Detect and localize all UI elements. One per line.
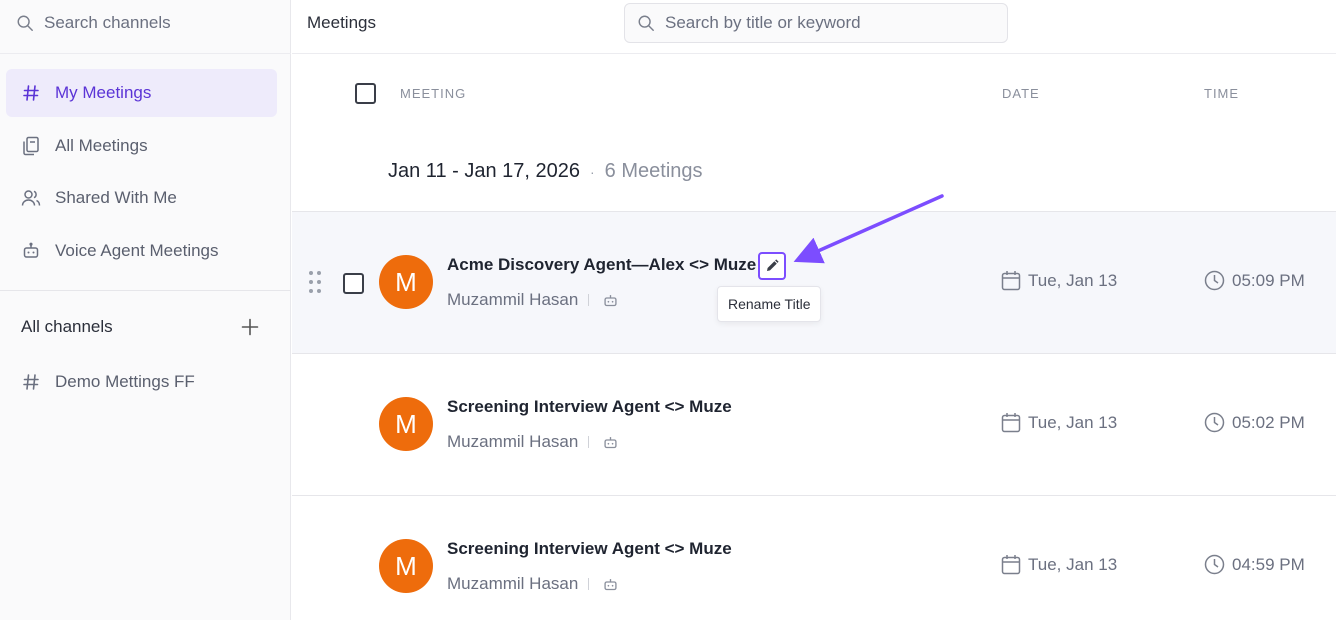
date-range: Jan 11 - Jan 17, 2026 xyxy=(388,160,580,182)
users-icon xyxy=(21,188,41,208)
sidebar: My Meetings All Meetings Shared With Me … xyxy=(0,0,291,620)
documents-icon xyxy=(21,136,41,156)
sidebar-item-voice-agent-meetings[interactable]: Voice Agent Meetings xyxy=(6,227,277,275)
drag-handle-icon[interactable] xyxy=(308,270,322,294)
page-title: Meetings xyxy=(307,13,376,32)
table-row[interactable]: M Screening Interview Agent <> Muze Muza… xyxy=(292,353,1336,495)
divider xyxy=(0,290,291,291)
channel-item-label: Demo Mettings FF xyxy=(55,372,195,391)
meeting-count: 6 Meetings xyxy=(604,160,703,182)
avatar: M xyxy=(379,397,433,451)
column-header-meeting[interactable]: MEETING xyxy=(400,86,466,101)
sidebar-item-label: All Meetings xyxy=(55,136,148,155)
all-channels-label: All channels xyxy=(21,317,113,336)
meeting-owner: Muzammil Hasan xyxy=(447,290,618,310)
sidebar-item-all-meetings[interactable]: All Meetings xyxy=(6,122,277,170)
sidebar-item-label: Shared With Me xyxy=(55,188,177,207)
select-all-checkbox[interactable] xyxy=(355,83,376,104)
divider xyxy=(0,53,291,54)
separator xyxy=(588,436,590,448)
meeting-time: 05:02 PM xyxy=(1204,412,1305,433)
robot-icon xyxy=(21,241,41,261)
separator xyxy=(588,294,590,306)
calendar-icon xyxy=(1001,271,1021,291)
table-row[interactable]: M Screening Interview Agent <> Muze Muza… xyxy=(292,495,1336,620)
meeting-title[interactable]: Screening Interview Agent <> Muze xyxy=(447,397,732,417)
table-row[interactable]: M Acme Discovery Agent—Alex <> Muze Rena… xyxy=(292,211,1336,353)
meeting-date: Tue, Jan 13 xyxy=(1001,270,1117,291)
meeting-time: 04:59 PM xyxy=(1204,554,1305,575)
pencil-icon xyxy=(767,259,779,271)
rename-title-tooltip: Rename Title xyxy=(717,286,822,322)
channel-item-demo-mettings-ff[interactable]: Demo Mettings FF xyxy=(6,358,277,406)
column-header-date[interactable]: DATE xyxy=(1002,86,1040,101)
channel-search-input[interactable] xyxy=(44,13,274,33)
sidebar-item-my-meetings[interactable]: My Meetings xyxy=(6,69,277,117)
meeting-title[interactable]: Screening Interview Agent <> Muze xyxy=(447,539,732,559)
time-text: 05:09 PM xyxy=(1232,270,1305,290)
clock-icon xyxy=(1204,270,1225,291)
meeting-date: Tue, Jan 13 xyxy=(1001,554,1117,575)
meeting-search[interactable] xyxy=(624,3,1008,43)
rename-title-button[interactable] xyxy=(758,252,786,280)
hash-icon xyxy=(21,83,41,103)
separator: · xyxy=(590,163,595,180)
meeting-search-input[interactable] xyxy=(665,13,985,33)
row-checkbox[interactable] xyxy=(343,273,364,294)
sidebar-item-label: Voice Agent Meetings xyxy=(55,241,219,260)
meeting-owner: Muzammil Hasan xyxy=(447,574,618,594)
meeting-title[interactable]: Acme Discovery Agent—Alex <> Muze xyxy=(447,255,756,275)
hash-icon xyxy=(21,372,41,392)
clock-icon xyxy=(1204,412,1225,433)
channel-search[interactable] xyxy=(0,0,291,46)
calendar-icon xyxy=(1001,413,1021,433)
separator xyxy=(588,578,590,590)
clock-icon xyxy=(1204,554,1225,575)
owner-name: Muzammil Hasan xyxy=(447,290,579,309)
date-text: Tue, Jan 13 xyxy=(1028,554,1118,574)
owner-name: Muzammil Hasan xyxy=(447,432,579,451)
date-text: Tue, Jan 13 xyxy=(1028,270,1118,290)
date-text: Tue, Jan 13 xyxy=(1028,412,1118,432)
robot-icon xyxy=(604,436,617,448)
meeting-date: Tue, Jan 13 xyxy=(1001,412,1117,433)
sidebar-item-shared-with-me[interactable]: Shared With Me xyxy=(6,174,277,222)
all-channels-header: All channels xyxy=(21,316,261,338)
meeting-owner: Muzammil Hasan xyxy=(447,432,618,452)
avatar: M xyxy=(379,539,433,593)
top-bar: Meetings xyxy=(292,0,1336,54)
column-header-time[interactable]: TIME xyxy=(1204,86,1239,101)
calendar-icon xyxy=(1001,555,1021,575)
owner-name: Muzammil Hasan xyxy=(447,574,579,593)
sidebar-item-label: My Meetings xyxy=(55,83,152,102)
meeting-time: 05:09 PM xyxy=(1204,270,1305,291)
time-text: 04:59 PM xyxy=(1232,554,1305,574)
date-group-header: Jan 11 - Jan 17, 2026 · 6 Meetings xyxy=(388,160,703,183)
search-icon xyxy=(638,15,654,31)
add-channel-button[interactable] xyxy=(239,316,261,338)
search-icon xyxy=(17,15,33,31)
robot-icon xyxy=(604,578,617,590)
avatar: M xyxy=(379,255,433,309)
plus-icon xyxy=(241,318,259,336)
time-text: 05:02 PM xyxy=(1232,412,1305,432)
robot-icon xyxy=(604,294,617,306)
